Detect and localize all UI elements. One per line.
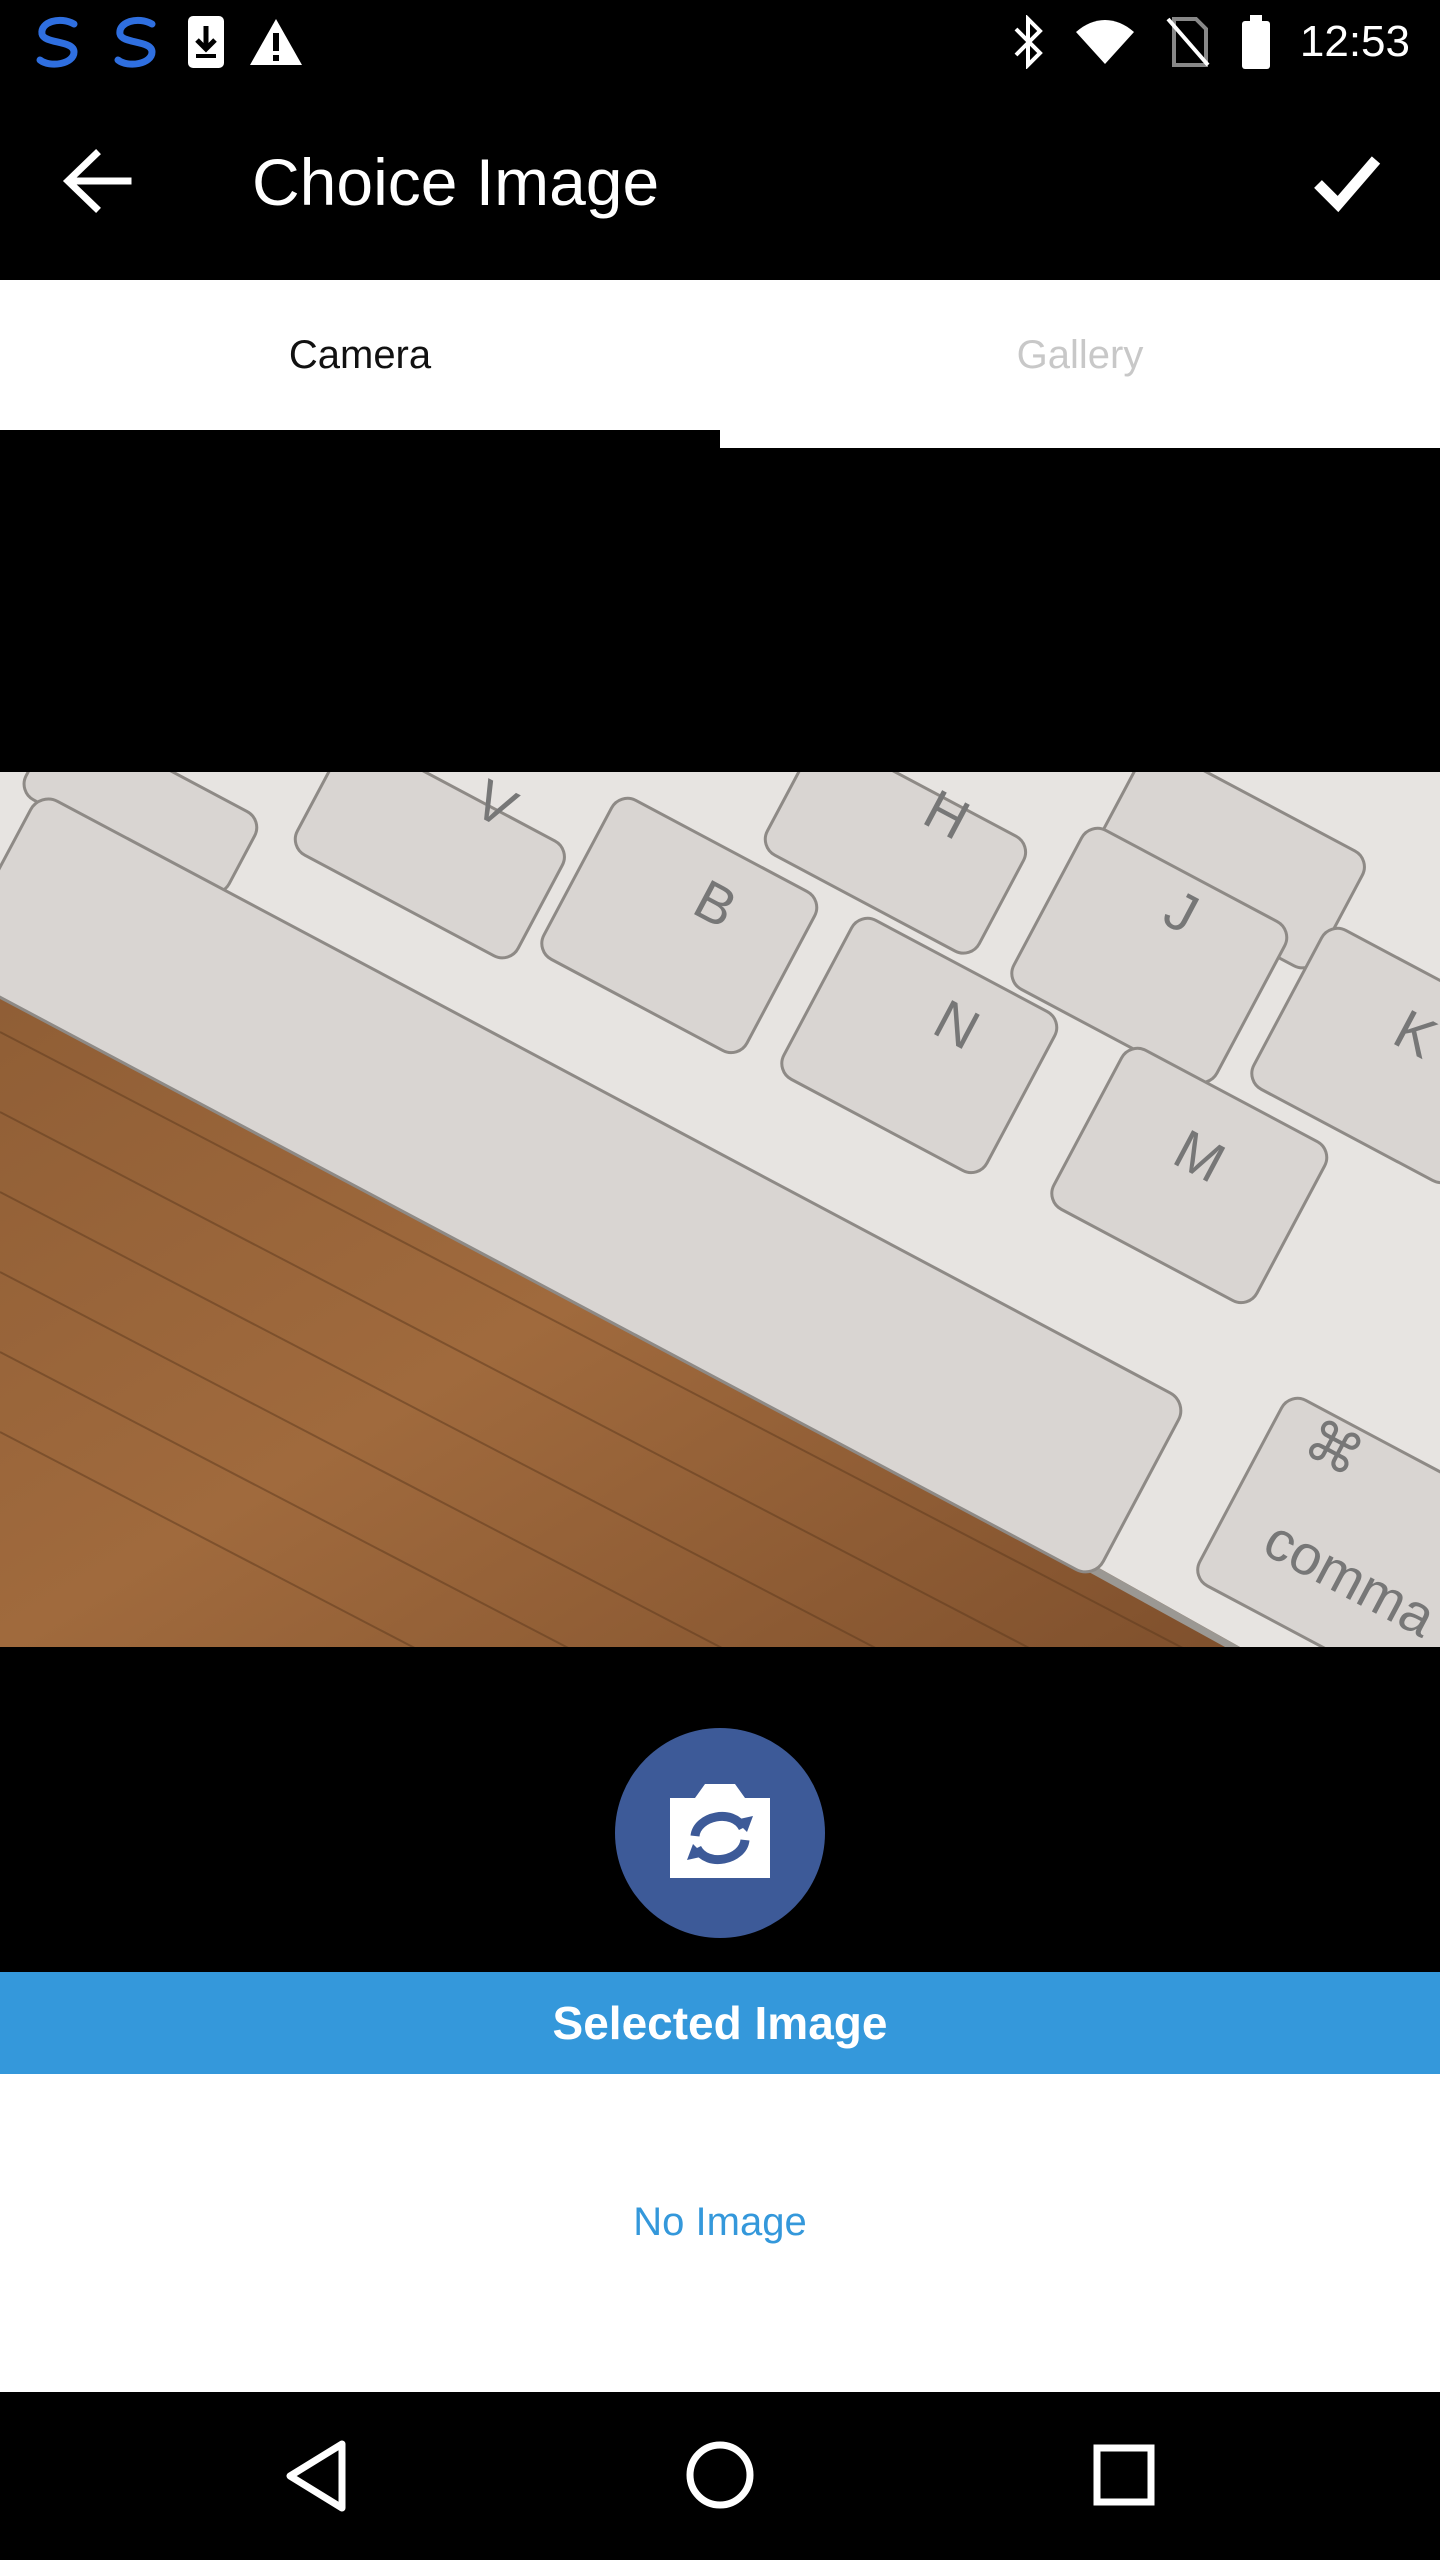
download-icon: [188, 16, 224, 68]
recents-square-icon: [1093, 2444, 1155, 2506]
camera-preview-image: V H B J N M K ⌘ comma: [0, 772, 1440, 1647]
nav-home-button[interactable]: [660, 2420, 780, 2530]
back-button[interactable]: [48, 136, 148, 226]
nav-back-button[interactable]: [256, 2420, 376, 2530]
warning-icon: [250, 19, 302, 65]
selected-image-header: Selected Image: [0, 1972, 1440, 2074]
bluetooth-icon: [1014, 15, 1043, 69]
back-triangle-icon: [286, 2440, 346, 2512]
home-circle-icon: [686, 2441, 754, 2509]
battery-icon: [1241, 15, 1270, 69]
s-app-icon: [36, 16, 78, 68]
app-bar: [0, 84, 1440, 280]
confirm-button[interactable]: [1296, 136, 1396, 226]
arrow-left-icon: [62, 149, 132, 213]
wifi-icon: [1075, 20, 1134, 64]
no-image-label: No Image: [633, 2200, 807, 2244]
no-sim-icon: [1166, 17, 1210, 67]
camera-switch-icon: [670, 1784, 770, 1878]
status-left-icons: [30, 10, 304, 74]
tab-camera[interactable]: Camera: [0, 280, 720, 430]
capture-button[interactable]: [615, 1728, 825, 1938]
s-app-icon: [114, 16, 156, 68]
check-icon: [1314, 156, 1381, 213]
status-right-icons: 12:53: [1012, 10, 1410, 74]
nav-recents-button[interactable]: [1064, 2420, 1184, 2530]
page-title: Choice Image: [252, 145, 660, 219]
tab-indicator: [0, 430, 720, 448]
status-time: 12:53: [1299, 17, 1410, 66]
tab-bar: Camera Gallery: [0, 280, 1440, 448]
camera-preview[interactable]: V H B J N M K ⌘ comma: [0, 772, 1440, 1647]
tab-gallery[interactable]: Gallery: [720, 280, 1440, 430]
